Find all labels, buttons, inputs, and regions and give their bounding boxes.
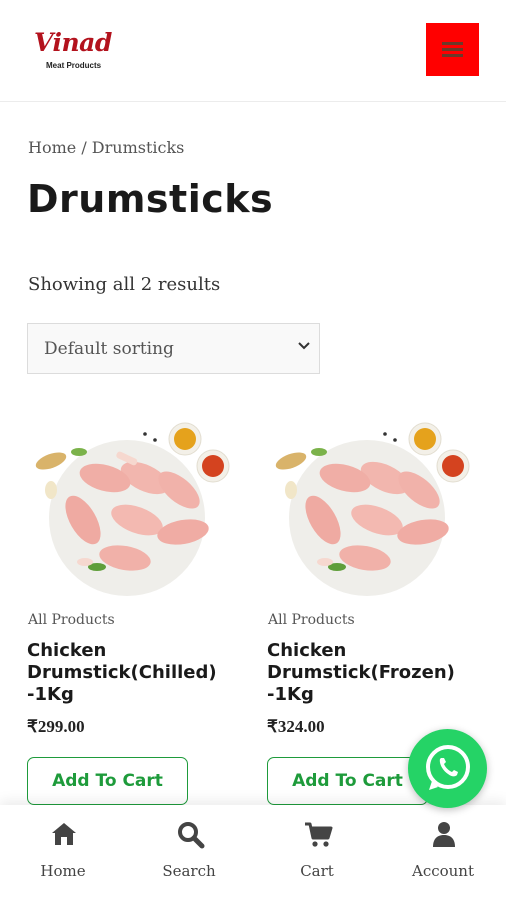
result-count: Showing all 2 results [28, 274, 221, 295]
add-to-cart-button[interactable]: Add To Cart [267, 757, 428, 805]
product-price: ₹299.00 [27, 717, 85, 736]
nav-home-label: Home [40, 862, 86, 880]
user-icon [433, 822, 455, 847]
nav-account-label: Account [411, 862, 474, 880]
chicken-drumsticks-image [27, 412, 237, 598]
product-card: All Products Chicken Drumstick(Frozen) -… [267, 412, 477, 805]
nav-cart-label: Cart [300, 862, 334, 880]
nav-account[interactable]: Account [380, 805, 506, 900]
product-name[interactable]: Chicken Drumstick(Frozen) -1Kg [267, 640, 477, 706]
breadcrumb-current: Drumsticks [91, 138, 185, 157]
search-icon [178, 822, 205, 849]
page-title: Drumsticks [27, 177, 274, 221]
whatsapp-chat-button[interactable] [408, 729, 487, 808]
product-image[interactable] [27, 412, 237, 598]
nav-home[interactable]: Home [0, 805, 126, 900]
hamburger-line [442, 48, 463, 51]
nav-cart[interactable]: Cart [254, 805, 380, 900]
logo-wordmark: Vinad [34, 28, 112, 57]
hamburger-line [442, 54, 463, 57]
nav-search-label: Search [162, 862, 216, 880]
home-icon [52, 823, 76, 845]
sorting-selected-value: Default sorting [44, 339, 174, 359]
product-image[interactable] [267, 412, 477, 598]
product-card: All Products Chicken Drumstick(Chilled) … [27, 412, 237, 805]
product-price: ₹324.00 [267, 717, 325, 736]
add-to-cart-button[interactable]: Add To Cart [27, 757, 188, 805]
logo-subtitle: Meat Products [46, 61, 102, 70]
whatsapp-icon [426, 745, 470, 790]
hamburger-menu-button[interactable] [426, 23, 479, 76]
cart-icon [305, 822, 333, 847]
product-category[interactable]: All Products [268, 612, 355, 628]
bottom-navigation: Home Search Cart Account [0, 805, 506, 900]
product-category[interactable]: All Products [28, 612, 115, 628]
chevron-down-icon [298, 342, 310, 350]
site-header: Vinad Meat Products [0, 0, 506, 102]
product-name[interactable]: Chicken Drumstick(Chilled) -1Kg [27, 640, 237, 706]
sorting-select[interactable]: Default sorting [27, 323, 320, 374]
site-logo[interactable]: Vinad Meat Products [34, 28, 116, 74]
nav-search[interactable]: Search [126, 805, 252, 900]
breadcrumb: Home / Drumsticks [28, 138, 184, 157]
hamburger-line [442, 42, 463, 45]
chicken-drumsticks-image [267, 412, 477, 598]
breadcrumb-separator: / [76, 138, 92, 157]
breadcrumb-home-link[interactable]: Home [28, 138, 76, 157]
